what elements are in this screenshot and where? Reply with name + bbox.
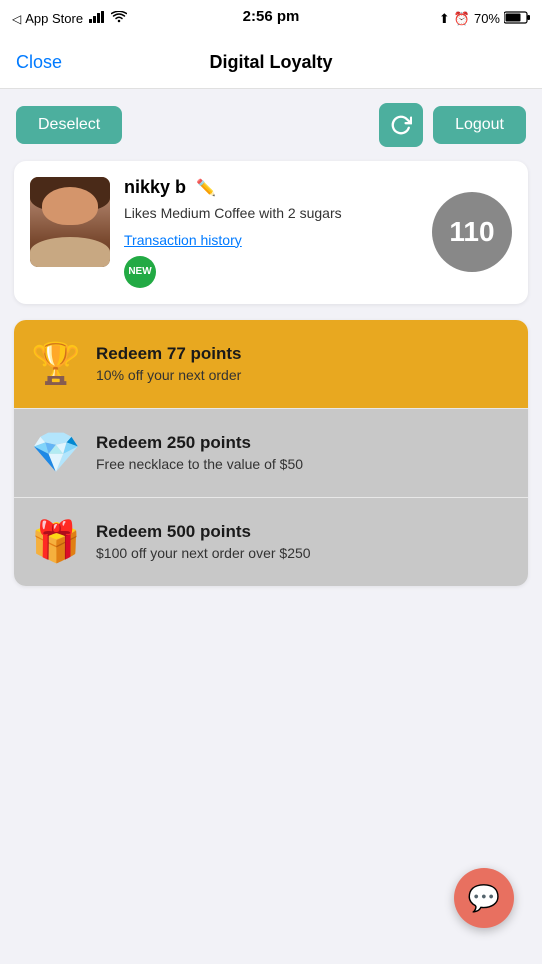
location-icon: ⬆ (439, 11, 450, 27)
reward-subtitle-500: $100 off your next order over $250 (96, 545, 512, 561)
chat-fab-button[interactable]: 💬 (454, 868, 514, 928)
alarm-icon: ⏰ (454, 11, 470, 27)
reward-item-77[interactable]: 🏆 Redeem 77 points 10% off your next ord… (14, 320, 528, 409)
reward-subtitle-250: Free necklace to the value of $50 (96, 456, 512, 472)
user-name-row: nikky b ✏️ (124, 177, 512, 198)
reward-title-250: Redeem 250 points (96, 433, 512, 453)
user-avatar (30, 177, 110, 267)
reward-title-77: Redeem 77 points (96, 344, 512, 364)
logout-button[interactable]: Logout (433, 106, 526, 144)
reward-text-250: Redeem 250 points Free necklace to the v… (96, 433, 512, 472)
status-carrier: ◁ App Store (12, 11, 127, 26)
status-time: 2:56 pm (243, 8, 300, 25)
rewards-section: 🏆 Redeem 77 points 10% off your next ord… (14, 320, 528, 586)
wifi-icon (111, 11, 127, 26)
reward-text-77: Redeem 77 points 10% off your next order (96, 344, 512, 383)
status-icons: ⬆ ⏰ 70% (439, 11, 530, 27)
diamond-icon: 💎 (30, 427, 82, 479)
gift-icon: 🎁 (30, 516, 82, 568)
points-circle: 110 (432, 192, 512, 272)
close-button[interactable]: Close (16, 52, 62, 73)
trophy-icon: 🏆 (30, 338, 82, 390)
signal-icon (89, 11, 107, 26)
new-badge: NEW (124, 256, 156, 288)
status-bar: ◁ App Store 2:56 pm ⬆ ⏰ 70% (0, 0, 542, 37)
action-bar: Deselect Logout (0, 89, 542, 161)
reward-item-250[interactable]: 💎 Redeem 250 points Free necklace to the… (14, 409, 528, 498)
nav-bar: Close Digital Loyalty (0, 37, 542, 89)
user-card: nikky b ✏️ Likes Medium Coffee with 2 su… (14, 161, 528, 304)
refresh-button[interactable] (379, 103, 423, 147)
battery-icon (504, 11, 530, 27)
chat-fab-icon: 💬 (468, 883, 500, 914)
reward-title-500: Redeem 500 points (96, 522, 512, 542)
deselect-button[interactable]: Deselect (16, 106, 122, 144)
action-right-buttons: Logout (379, 103, 526, 147)
nav-title: Digital Loyalty (209, 52, 332, 73)
reward-text-500: Redeem 500 points $100 off your next ord… (96, 522, 512, 561)
reward-subtitle-77: 10% off your next order (96, 367, 512, 383)
back-arrow-icon: ◁ (12, 12, 21, 26)
edit-icon[interactable]: ✏️ (196, 178, 216, 198)
reward-item-500[interactable]: 🎁 Redeem 500 points $100 off your next o… (14, 498, 528, 586)
user-name: nikky b (124, 177, 186, 198)
battery-percent: 70% (474, 11, 500, 26)
